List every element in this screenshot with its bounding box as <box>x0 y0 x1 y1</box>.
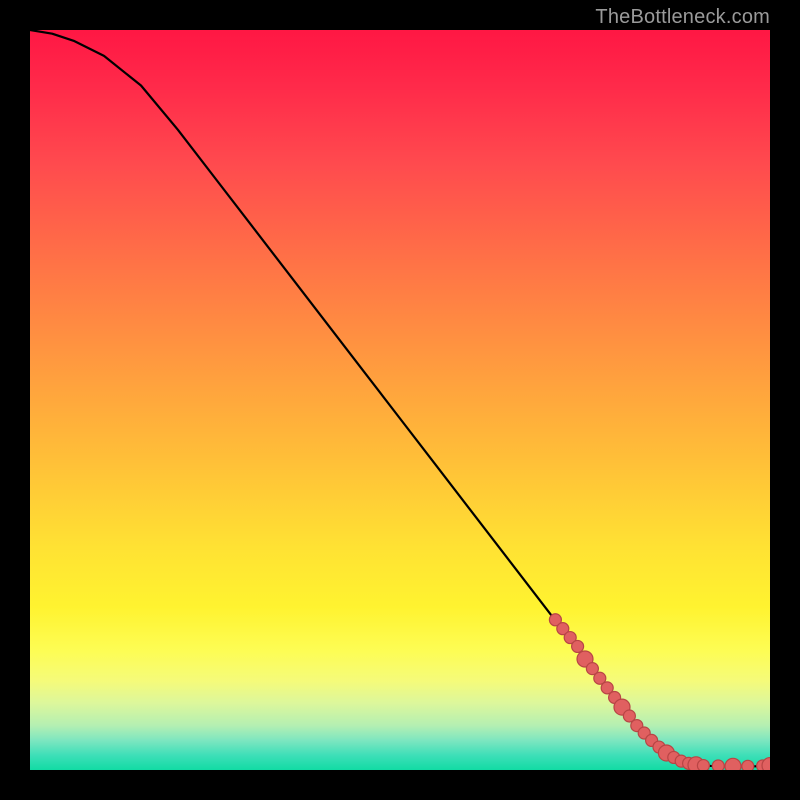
plot-svg <box>30 30 770 770</box>
highlight-dot <box>712 760 724 770</box>
highlight-dot <box>697 760 709 770</box>
chart-stage: TheBottleneck.com <box>0 0 800 800</box>
bottleneck-curve <box>30 30 770 766</box>
plot-area <box>30 30 770 770</box>
highlight-dot <box>572 640 584 652</box>
watermark-text: TheBottleneck.com <box>595 6 770 29</box>
highlight-dot <box>725 758 741 770</box>
highlight-dots-group <box>549 614 770 770</box>
highlight-dot <box>742 760 754 770</box>
